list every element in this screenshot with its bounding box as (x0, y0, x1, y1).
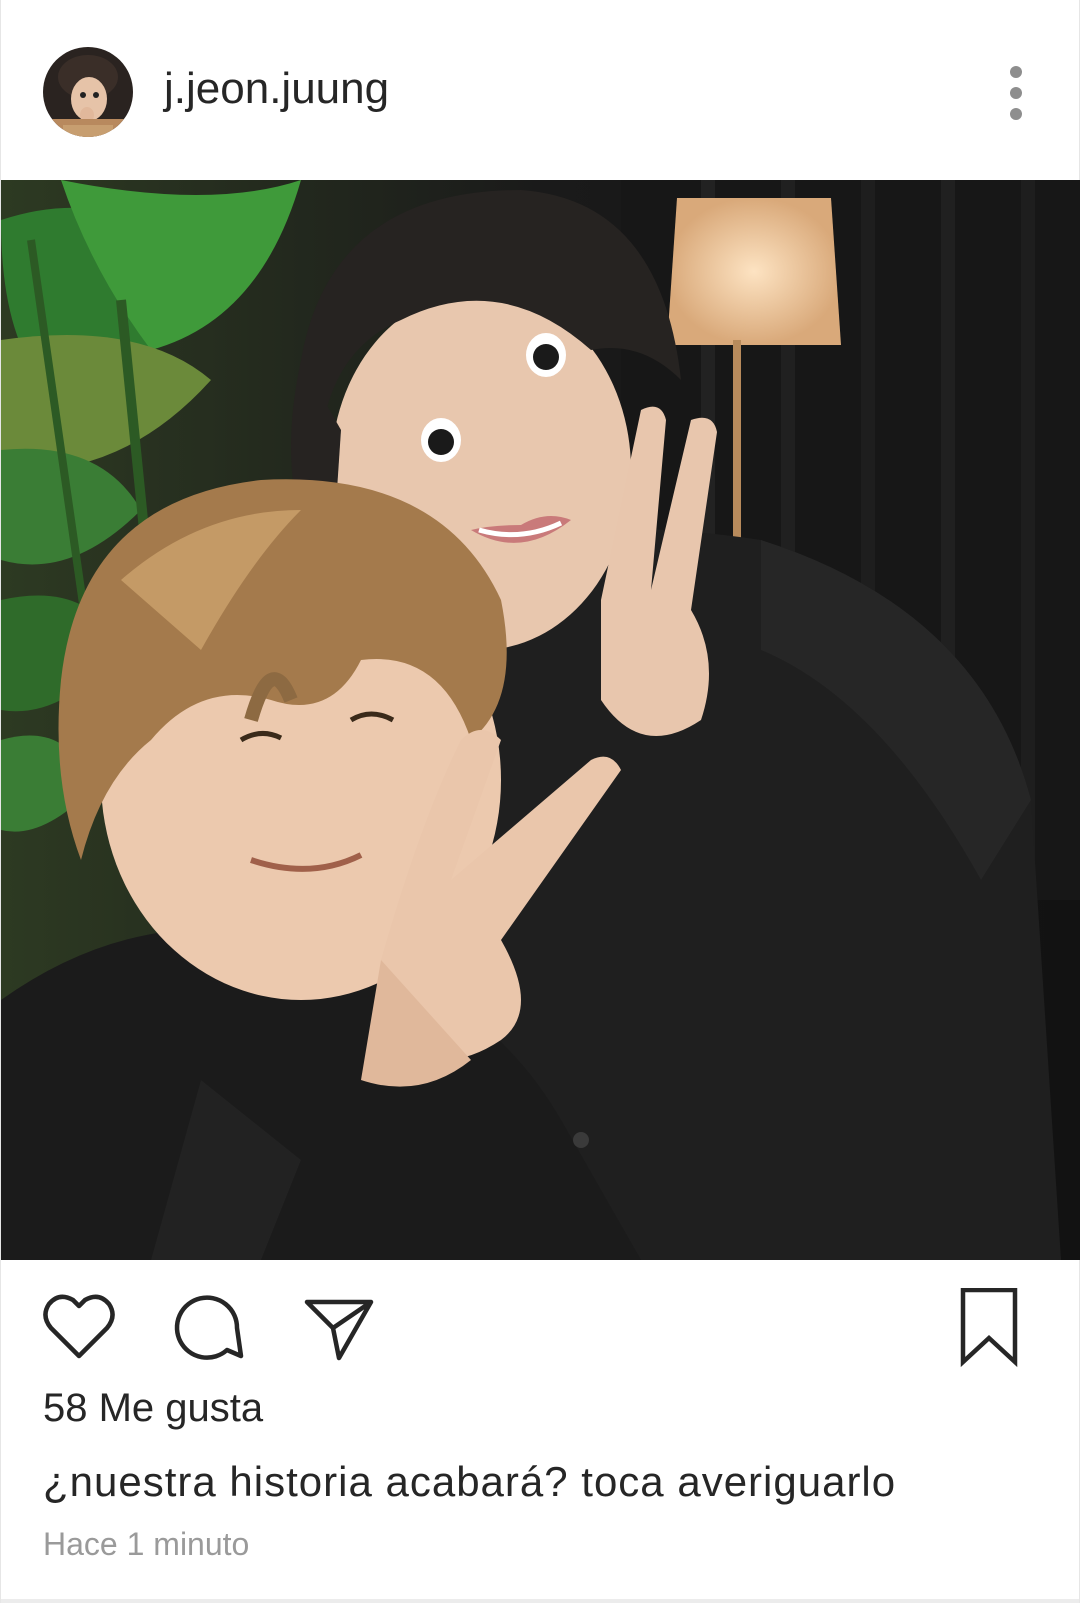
action-bar (1, 1287, 1079, 1368)
likes-count[interactable]: 58 Me gusta (43, 1386, 263, 1431)
more-vertical-icon-dot (1010, 108, 1022, 120)
post-caption: ¿nuestra historia acabará? toca averigua… (43, 1458, 897, 1505)
post-header: j.jeon.juung (1, 0, 1079, 180)
avatar[interactable] (43, 47, 133, 137)
more-vertical-icon (1010, 66, 1022, 78)
photo-illustration (1, 180, 1080, 1260)
comment-button[interactable] (169, 1288, 249, 1368)
instagram-post: j.jeon.juung 58 Me gusta ¿nuestra histor… (0, 0, 1080, 1603)
send-icon (304, 1299, 374, 1361)
avatar-image (43, 47, 133, 137)
post-timestamp: Hace 1 minuto (43, 1526, 250, 1562)
bookmark-icon (960, 1287, 1018, 1368)
share-button[interactable] (299, 1288, 379, 1368)
post-photo[interactable] (1, 180, 1080, 1260)
divider (1, 1599, 1079, 1603)
username[interactable]: j.jeon.juung (164, 64, 389, 114)
more-options-button[interactable] (996, 66, 1036, 120)
heart-icon (43, 1294, 115, 1359)
comment-icon (174, 1295, 244, 1360)
save-button[interactable] (949, 1287, 1029, 1368)
more-vertical-icon-dot (1010, 87, 1022, 99)
like-button[interactable] (39, 1288, 119, 1368)
